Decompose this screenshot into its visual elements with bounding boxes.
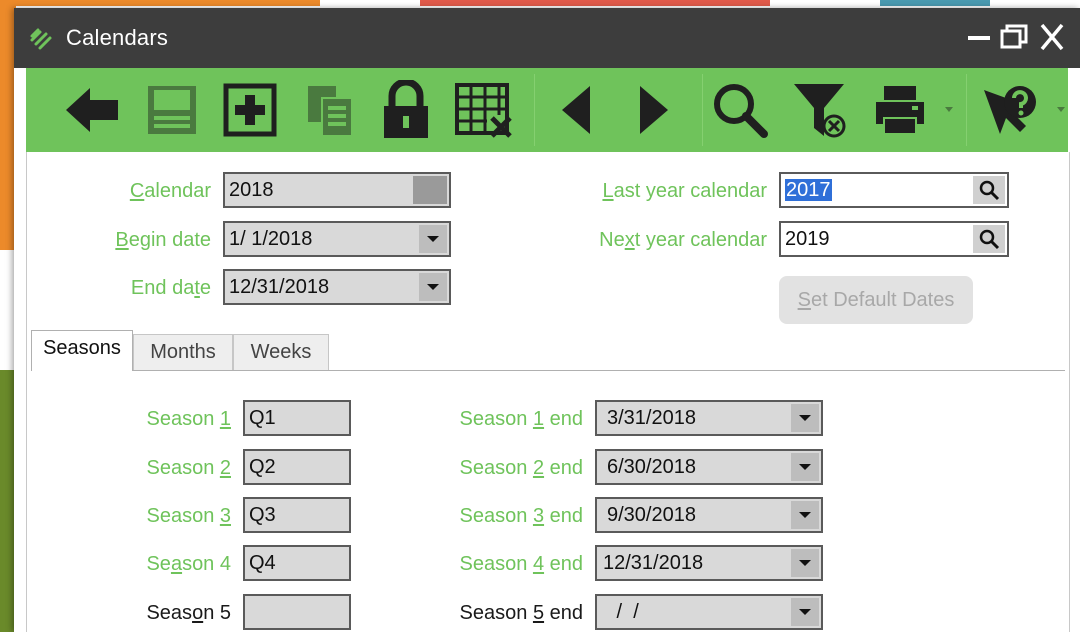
delete-grid-icon [455,83,512,138]
season-4-field[interactable]: Q4 [243,545,351,581]
filter-clear-icon [794,84,846,138]
help-icon [984,86,1036,134]
calendars-window: Calendars Calendar 2018 Begin date 1/ 1/… [14,8,1080,632]
season-1-end-label: Season 1 end [459,408,583,430]
tab-months[interactable]: Months [133,334,233,370]
toolbar-separator [966,74,967,146]
delete-button[interactable] [452,78,516,142]
chevron-down-icon [799,512,811,518]
tab-weeks[interactable]: Weeks [233,334,329,370]
season-3-field[interactable]: Q3 [243,497,351,533]
app-logo-icon [30,28,52,50]
next-button[interactable] [622,78,686,142]
tab-divider [31,370,1065,371]
end-date-label: End date [130,277,211,299]
season-5-field[interactable] [243,594,351,630]
close-icon[interactable] [1036,20,1070,54]
season-4-end-label: Season 4 end [459,553,583,575]
end-date-dropdown[interactable] [419,273,447,301]
print-button[interactable] [868,78,932,142]
print-icon [876,86,924,135]
season-2-end-label: Season 2 end [459,457,583,479]
last-year-lookup-button[interactable] [973,176,1005,204]
season-1-field[interactable]: Q1 [243,400,351,436]
search-icon [714,84,768,138]
previous-icon [562,86,590,134]
season-2-end-field[interactable]: 6/30/2018 [595,449,823,485]
calendar-picker-button[interactable] [413,176,447,204]
season-2-label: Season 2 [146,457,231,479]
last-year-calendar-label: Last year calendar [602,180,767,202]
back-button[interactable] [60,78,124,142]
season-4-end-field[interactable]: 12/31/2018 [595,545,823,581]
calendar-field[interactable]: 2018 [223,172,451,208]
back-arrow-icon [66,88,118,132]
tab-seasons[interactable]: Seasons [31,330,133,371]
background-strip [420,0,770,6]
season-1-label: Season 1 [146,408,231,430]
begin-date-label: Begin date [115,229,211,251]
season-5-label: Season 5 [146,602,231,624]
chevron-down-icon[interactable] [944,106,954,114]
background-strip [880,0,990,6]
previous-button[interactable] [544,78,608,142]
last-year-calendar-field[interactable]: 2017 [779,172,1009,208]
next-year-lookup-button[interactable] [973,225,1005,253]
season-4-label: Season 4 [146,553,231,575]
toolbar-separator [534,74,535,146]
season-5-end-label: Season 5 end [459,602,583,624]
lock-button[interactable] [374,78,438,142]
season-3-label: Season 3 [146,505,231,527]
begin-date-dropdown[interactable] [419,225,447,253]
lock-icon [384,80,428,138]
season-1-end-dropdown[interactable] [791,404,819,432]
calendar-label: Calendar [129,180,211,202]
chevron-down-icon [427,236,439,242]
season-3-end-dropdown[interactable] [791,501,819,529]
title-bar: Calendars [14,8,1080,68]
save-button[interactable] [140,78,204,142]
search-icon [979,180,1000,201]
filter-button[interactable] [788,78,852,142]
chevron-down-icon [799,609,811,615]
chevron-down-icon [427,284,439,290]
toolbar [26,68,1068,152]
season-1-end-field[interactable]: 3/31/2018 [595,400,823,436]
search-icon [979,229,1000,250]
chevron-down-icon [799,464,811,470]
season-3-end-field[interactable]: 9/30/2018 [595,497,823,533]
begin-date-field[interactable]: 1/ 1/2018 [223,221,451,257]
background-strip [0,0,320,6]
season-2-end-dropdown[interactable] [791,453,819,481]
next-icon [640,86,668,134]
season-2-field[interactable]: Q2 [243,449,351,485]
help-button[interactable] [978,78,1042,142]
set-default-dates-button[interactable]: Set Default Dates [779,276,973,324]
chevron-down-icon[interactable] [1056,106,1066,114]
copy-icon [308,86,353,137]
chevron-down-icon [799,415,811,421]
add-icon [223,83,277,137]
season-3-end-label: Season 3 end [459,505,583,527]
end-date-field[interactable]: 12/31/2018 [223,269,451,305]
next-year-calendar-label: Next year calendar [599,229,767,251]
copy-button[interactable] [298,78,362,142]
save-icon [148,86,196,134]
chevron-down-icon [799,560,811,566]
add-button[interactable] [218,78,282,142]
maximize-icon[interactable] [998,20,1032,54]
season-4-end-dropdown[interactable] [791,549,819,577]
toolbar-separator [702,74,703,146]
window-title: Calendars [66,25,169,50]
minimize-icon[interactable] [964,20,998,54]
next-year-calendar-field[interactable]: 2019 [779,221,1009,257]
season-5-end-dropdown[interactable] [791,598,819,626]
season-5-end-field[interactable]: / / [595,594,823,630]
calendar-form: Calendar 2018 Begin date 1/ 1/2018 End d… [26,152,1070,632]
search-button[interactable] [708,78,772,142]
